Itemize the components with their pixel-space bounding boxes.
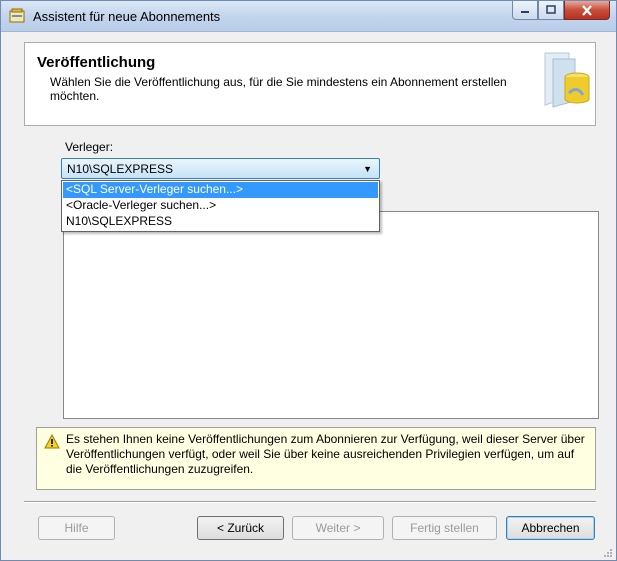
help-button[interactable]: Hilfe — [38, 516, 115, 540]
page-subtitle: Wählen Sie die Veröffentlichung aus, für… — [50, 75, 507, 103]
maximize-button[interactable] — [538, 1, 564, 20]
title-bar[interactable]: Assistent für neue Abonnements — [1, 1, 616, 32]
database-publication-icon — [539, 49, 591, 111]
minimize-icon — [521, 11, 529, 13]
cancel-button[interactable]: Abbrechen — [506, 516, 595, 540]
window-title: Assistent für neue Abonnements — [33, 9, 221, 24]
warning-box: Es stehen Ihnen keine Veröffentlichungen… — [36, 427, 596, 490]
close-button[interactable] — [564, 1, 610, 20]
next-button[interactable]: Weiter > — [292, 516, 384, 540]
footer-divider — [24, 501, 596, 503]
dropdown-option-n10-sqlexpress[interactable]: N10\SQLEXPRESS — [63, 214, 378, 230]
close-icon — [582, 4, 592, 16]
minimize-button[interactable] — [512, 1, 538, 20]
caption-buttons — [512, 1, 610, 21]
warning-text: Es stehen Ihnen keine Veröffentlichungen… — [66, 432, 585, 476]
dropdown-option-sql-server[interactable]: <SQL Server-Verleger suchen...> — [63, 182, 378, 198]
publisher-label: Verleger: — [65, 140, 114, 154]
publisher-combobox[interactable]: N10\SQLEXPRESS ▼ — [61, 158, 380, 179]
dropdown-option-oracle[interactable]: <Oracle-Verleger suchen...> — [63, 198, 378, 214]
chevron-down-icon[interactable]: ▼ — [363, 164, 372, 174]
maximize-icon — [546, 5, 556, 14]
app-icon — [9, 8, 25, 24]
resize-grip-icon[interactable] — [603, 547, 613, 557]
page-header: Veröffentlichung Wählen Sie die Veröffen… — [24, 42, 596, 126]
finish-button[interactable]: Fertig stellen — [392, 516, 497, 540]
page-title: Veröffentlichung — [37, 54, 156, 71]
wizard-window: Assistent für neue Abonnements Veröffent… — [0, 0, 617, 561]
publications-list[interactable] — [63, 211, 599, 419]
back-button[interactable]: < Zurück — [197, 516, 284, 540]
publisher-dropdown-list: <SQL Server-Verleger suchen...> <Oracle-… — [61, 180, 380, 232]
warning-icon — [44, 433, 60, 449]
publisher-selected-value: N10\SQLEXPRESS — [67, 162, 174, 176]
